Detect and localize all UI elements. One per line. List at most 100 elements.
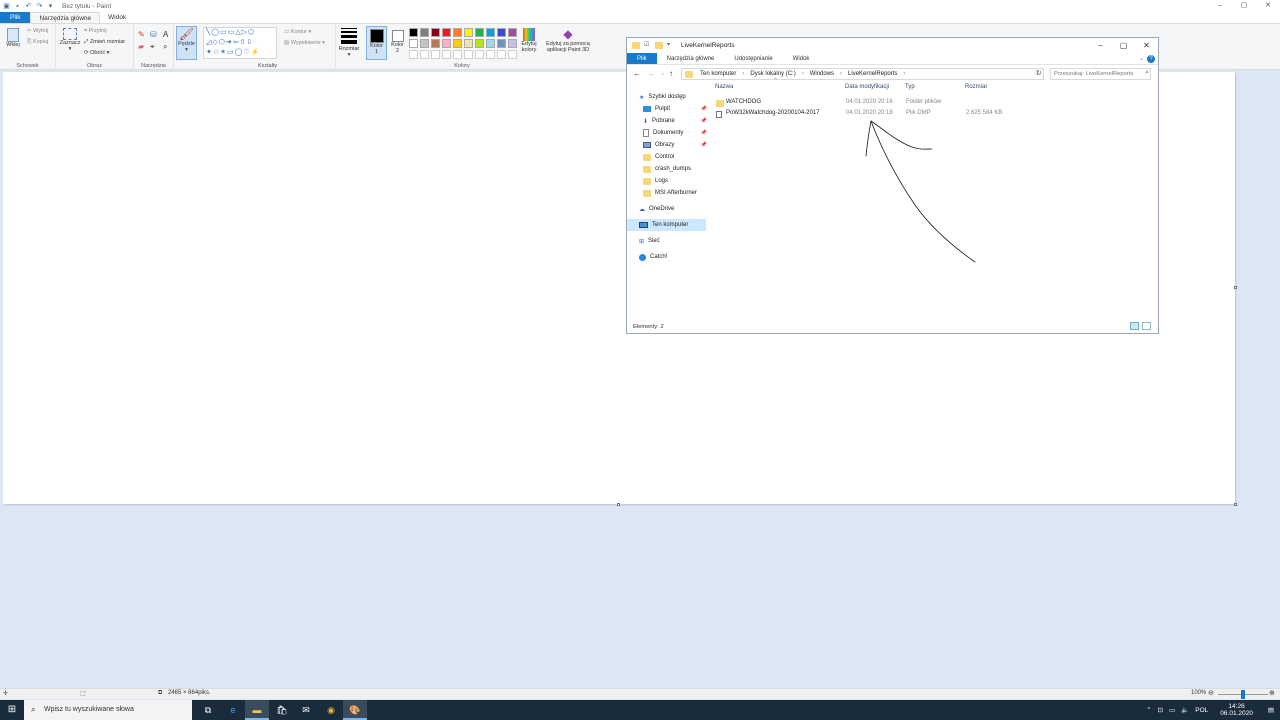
palette-swatch[interactable] [464,28,473,37]
explorer-minimize-button: – [1098,41,1103,50]
volume-icon[interactable]: 🔈 [1178,706,1192,714]
windows-icon: ⊞ [7,704,17,715]
pencil-icon[interactable]: ✎ [138,30,145,39]
close-button[interactable]: ✕ [1256,0,1280,12]
fill-button[interactable]: ▨ Wypełnienie ▾ [284,40,325,46]
language-indicator[interactable]: POL [1192,707,1211,714]
palette-swatch-empty[interactable] [420,50,429,59]
color-picker-icon[interactable]: ⌖ [150,42,155,52]
undo-icon[interactable]: ↶ [25,3,32,10]
outline-button[interactable]: ▭ Kontur ▾ [284,29,311,35]
chevron-down-icon: ▾ [185,47,188,53]
clock-date: 06.01.2020 [1220,710,1253,717]
palette-swatch[interactable] [486,28,495,37]
taskbar-chrome[interactable]: ◉ [319,700,343,720]
taskbar-file-explorer[interactable]: ▬ [245,700,269,720]
cut-label: Wytnij [33,28,49,34]
task-view-button[interactable]: ⧉ [196,700,220,720]
palette-swatch-empty[interactable] [453,50,462,59]
palette-swatch-empty[interactable] [431,50,440,59]
folder-icon [643,177,651,185]
notifications-icon[interactable]: ▤ [1262,706,1280,714]
shapes-gallery[interactable]: ╲◯▭▭△▷⬠ ◿◇⬡➔⇦⇧⇩ ✦☆✶▭◯♡⚡ [203,27,277,59]
select-icon [63,28,77,40]
minimize-button[interactable]: – [1208,0,1232,12]
taskbar-edge[interactable]: e [221,700,245,720]
palette-swatch[interactable] [508,39,517,48]
column-type: Typ [905,84,915,90]
rotate-button[interactable]: ⟳ Obróć ▾ [84,50,109,56]
crop-label: Przytnij [88,28,107,34]
palette-swatch[interactable] [420,39,429,48]
copy-button[interactable]: ⎘ Kopiuj [27,39,48,46]
palette-swatch[interactable] [431,39,440,48]
resize-button[interactable]: ⤢ Zmień rozmiar [84,39,125,46]
copy-label: Kopiuj [32,39,49,45]
palette-swatch[interactable] [442,39,451,48]
color1-button[interactable]: Kolor 1 [366,26,387,60]
color2-button[interactable]: Kolor 2 [389,26,406,60]
zoom-in-button[interactable]: ⊕ [1269,689,1275,697]
text-icon[interactable]: A [163,30,168,39]
palette-swatch[interactable] [497,28,506,37]
palette-swatch[interactable] [453,39,462,48]
tray-overflow-icon[interactable]: ⌃ [1143,706,1154,714]
tab-view[interactable]: Widok [100,12,134,23]
palette-swatch-empty[interactable] [475,50,484,59]
paste-button[interactable]: Wklej [4,28,22,48]
cut-button[interactable]: ✂ Wytnij [27,28,48,34]
palette-swatch-empty[interactable] [508,50,517,59]
palette-swatch[interactable] [497,39,506,48]
maximize-button[interactable]: ▢ [1232,0,1256,12]
taskbar-store[interactable]: 🛍 [270,700,294,720]
brushes-button[interactable]: 🖌 Pędzle ▾ [176,26,197,60]
zoom-out-button[interactable]: ⊖ [1208,689,1214,697]
palette-swatch[interactable] [431,28,440,37]
palette-swatch-empty[interactable] [409,50,418,59]
resize-handle-corner[interactable] [1234,503,1237,506]
battery-icon[interactable]: ▭ [1166,706,1178,714]
resize-handle-bottom[interactable] [617,503,620,506]
crop-button[interactable]: ⌗ Przytnij [84,28,107,35]
file-name: WATCHDOG [726,99,761,105]
palette-swatch[interactable] [508,28,517,37]
network-icon[interactable]: ⊡ [1155,706,1166,714]
redo-icon[interactable]: ↷ [36,3,43,10]
nav-item-crash-dumps: crash_dumps [643,163,711,175]
taskbar-mail[interactable]: ✉ [294,700,318,720]
palette-swatch[interactable] [420,28,429,37]
palette-swatch[interactable] [442,28,451,37]
palette-swatch[interactable] [464,39,473,48]
start-button[interactable]: ⊞ [0,700,24,720]
palette-swatch[interactable] [409,28,418,37]
palette-swatch[interactable] [475,39,484,48]
clock[interactable]: 14:26 06.01.2020 [1211,703,1262,717]
zoom-slider-thumb[interactable] [1241,690,1245,699]
taskbar-search[interactable]: ⌕ Wpisz tu wyszukiwane słowa [24,700,192,720]
palette-swatch-empty[interactable] [497,50,506,59]
mail-icon: ✉ [302,705,310,715]
edit-colors-button[interactable]: Edytuj kolory [518,28,540,53]
palette-swatch[interactable] [453,28,462,37]
resize-handle-right[interactable] [1234,286,1237,289]
up-icon: ↑ [669,69,673,78]
tab-file[interactable]: Plik [0,12,31,23]
palette-swatch-empty[interactable] [486,50,495,59]
fill-bucket-icon[interactable]: ⛁ [150,30,157,39]
save-icon[interactable]: ▪ [14,3,21,10]
paint3d-button[interactable]: ◆ Edytuj za pomocą aplikacji Paint 3D [543,28,593,54]
tab-home[interactable]: Narzędzia główne [30,12,101,23]
palette-swatch[interactable] [409,39,418,48]
palette-swatch[interactable] [486,39,495,48]
eraser-icon[interactable]: ▰ [138,42,144,51]
taskbar-paint[interactable]: 🎨 [343,700,367,720]
magnifier-icon[interactable]: ⌕ [163,42,167,52]
customize-dropdown-icon[interactable]: ▾ [47,3,54,10]
palette-swatch[interactable] [475,28,484,37]
select-button[interactable]: Zaznacz ▾ [59,28,81,52]
palette-swatch-empty[interactable] [442,50,451,59]
palette-swatch-empty[interactable] [464,50,473,59]
cloud-icon: ☁ [639,206,645,213]
size-button[interactable]: Rozmiar ▾ [338,28,360,58]
paint-icon: 🎨 [349,705,361,715]
